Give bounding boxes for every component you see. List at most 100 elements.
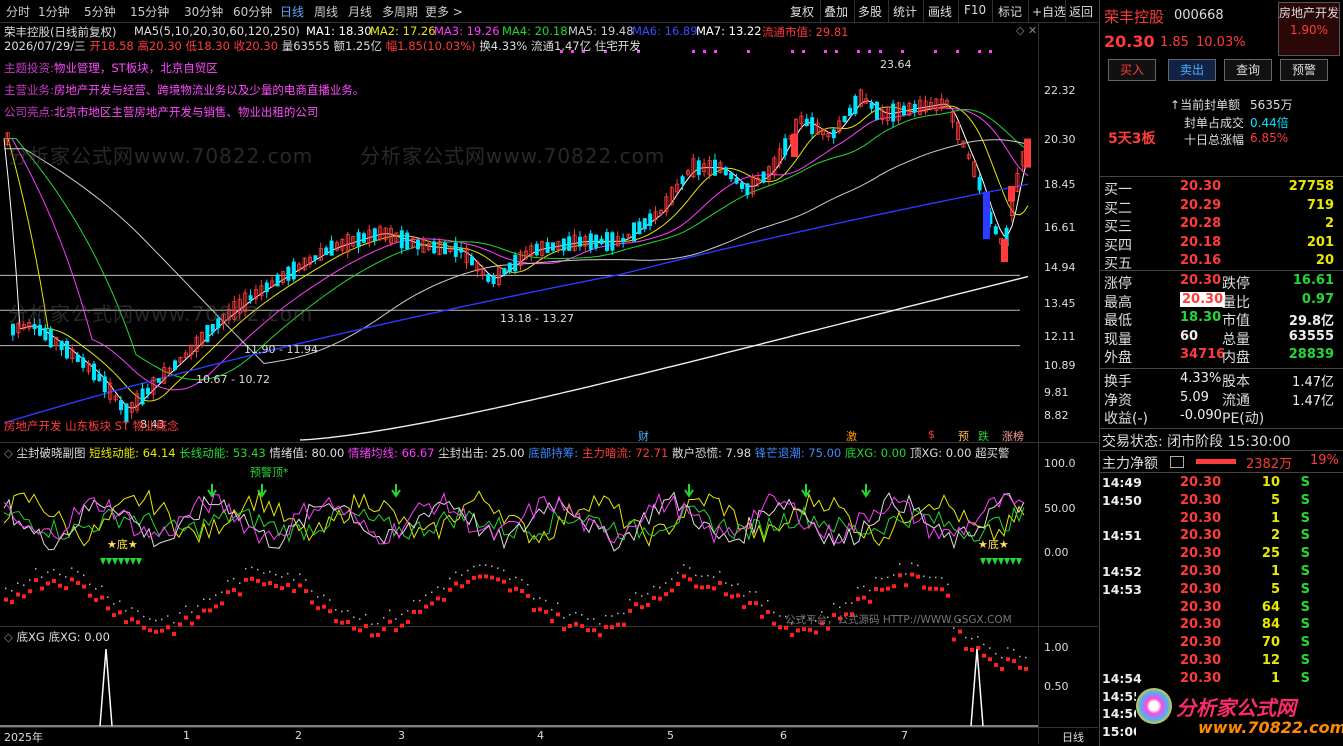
brand-logo-text: 分析家公式网 (1176, 696, 1296, 720)
buy-button[interactable]: 买入 (1108, 59, 1156, 81)
stat-row: 涨停 20.30 跌停 16.61 (1100, 273, 1343, 292)
event-tag-finance[interactable]: 财 (638, 428, 649, 444)
event-tag-forecast[interactable]: 预 (958, 428, 969, 444)
tab-1min[interactable]: 1分钟 (38, 3, 70, 20)
tick-volume: 12 (1261, 653, 1280, 668)
event-tag-drop[interactable]: 跌 (978, 428, 989, 444)
collapse-icon[interactable]: ◇ (4, 630, 13, 644)
ma2-value: MA2: 17.26 (370, 24, 436, 38)
tab-weekly[interactable]: 周线 (314, 3, 338, 20)
btn-draw[interactable]: 画线 (928, 3, 952, 20)
collapse-icon[interactable]: ◇ (1016, 24, 1024, 37)
red-dot (256, 578, 260, 583)
event-tag-gain-list[interactable]: 涨榜 (1002, 428, 1024, 444)
btn-f10[interactable]: F10 (964, 3, 986, 17)
tab-timeshare[interactable]: 分时 (6, 3, 30, 20)
y-tick: 20.30 (1044, 133, 1076, 146)
info-theme: 主题投资:物业管理，ST板块，北京自贸区 (4, 60, 218, 76)
candle-body (313, 255, 318, 260)
grey-dot (101, 585, 103, 588)
grey-dot (35, 568, 37, 570)
btn-overlay[interactable]: 叠加 (824, 3, 848, 20)
btn-multi-stock[interactable]: 多股 (858, 3, 882, 20)
order-book-row[interactable]: 买一 20.30 27758 (1100, 179, 1343, 198)
grey-dot (443, 587, 445, 590)
event-tag-dollar[interactable]: $ (928, 428, 935, 441)
grey-dot (1001, 656, 1003, 659)
order-book-row[interactable]: 买三 20.28 2 (1100, 216, 1343, 235)
x-tick: 6 (780, 729, 787, 742)
separator (820, 0, 821, 22)
btn-back[interactable]: 返回 (1069, 3, 1093, 20)
tick-price: 20.30 (1180, 635, 1222, 651)
red-dot (160, 628, 164, 633)
alert-button[interactable]: 预警 (1280, 59, 1328, 81)
order-book-row[interactable]: 买四 20.18 201 (1100, 235, 1343, 254)
red-dot (688, 577, 692, 582)
grey-dot (941, 577, 943, 579)
candle-body (469, 256, 474, 266)
btn-adjust[interactable]: 复权 (790, 3, 814, 20)
candle-body (356, 232, 361, 248)
tab-multi-period[interactable]: 多周期 (382, 3, 418, 20)
quote-panel: 荣丰控股 000668 房地产开发 1.90% 20.30 1.85 10.03… (1099, 0, 1343, 746)
divider (1100, 368, 1343, 369)
tab-60min[interactable]: 60分钟 (233, 3, 272, 20)
stat-value: 0.97 (1301, 291, 1334, 307)
tab-5min[interactable]: 5分钟 (84, 3, 116, 20)
grey-dot (767, 599, 769, 602)
tab-monthly[interactable]: 月线 (348, 3, 372, 20)
tick-price: 20.30 (1180, 510, 1222, 526)
kline-chart[interactable] (0, 22, 1038, 744)
ma-params[interactable]: MA5(5,10,20,30,60,120,250) (134, 24, 300, 38)
event-tag-surge[interactable]: 激 (846, 428, 857, 444)
grey-dot (503, 569, 505, 572)
grey-dot (599, 623, 601, 625)
collapse-icon[interactable]: ◇ (4, 446, 13, 460)
fund-label: 净资 (1104, 392, 1132, 409)
red-dot (964, 646, 968, 651)
stat-value: 18.30 (1180, 310, 1222, 325)
close-icon[interactable]: ✕ (1028, 24, 1037, 37)
tab-30min[interactable]: 30分钟 (184, 3, 223, 20)
signal-dot (802, 50, 805, 53)
x-period[interactable]: 日线 (1062, 729, 1084, 745)
x-tick: 2 (295, 729, 302, 742)
tab-more[interactable]: 更多 > (425, 3, 463, 20)
sub2-y-tick: 1.00 (1044, 641, 1069, 654)
btn-stats[interactable]: 统计 (893, 3, 917, 20)
grey-dot (365, 614, 367, 616)
order-book-row[interactable]: 买二 20.29 719 (1100, 198, 1343, 217)
query-button[interactable]: 查询 (1224, 59, 1272, 81)
fund-value: 1.47亿 (1292, 393, 1334, 409)
stat-value: 29.8亿 (1288, 314, 1334, 329)
grey-dot (473, 565, 475, 568)
red-dot (904, 583, 908, 588)
x-tick: 1 (183, 729, 190, 742)
red-dot (490, 575, 494, 580)
sector-tag[interactable]: 房地产开发 1.90% (1278, 2, 1340, 56)
tab-15min[interactable]: 15分钟 (130, 3, 169, 20)
grey-dot (875, 576, 877, 579)
sub2-title[interactable]: 底XG (17, 630, 45, 644)
candle-body (621, 237, 626, 243)
order-book-row[interactable]: 买五 20.16 20 (1100, 253, 1343, 272)
list-icon[interactable] (1170, 456, 1184, 468)
tick-time: 14:54 (1102, 670, 1142, 686)
info-business: 主营业务:房地产开发与经营、跨境物流业务以及少量的电商直播业务。 (4, 82, 364, 98)
sell-button[interactable]: 卖出 (1168, 59, 1216, 81)
tick-volume: 10 (1261, 475, 1280, 490)
btn-mark[interactable]: 标记 (998, 3, 1022, 20)
sub1-title[interactable]: 尘封破晓副图 (17, 446, 86, 460)
red-dot (448, 587, 452, 592)
grey-dot (287, 572, 289, 575)
red-dot (64, 586, 68, 591)
tick-time: 14:49 (1102, 475, 1142, 490)
red-dot (70, 577, 74, 582)
red-dot (676, 582, 680, 587)
tick-side: S (1300, 510, 1310, 526)
tab-daily[interactable]: 日线 (280, 3, 304, 20)
fund-label: 收益(-) (1104, 411, 1148, 427)
main-net-value: 2382万 (1246, 457, 1293, 472)
btn-add-watchlist[interactable]: +自选 (1032, 3, 1066, 20)
